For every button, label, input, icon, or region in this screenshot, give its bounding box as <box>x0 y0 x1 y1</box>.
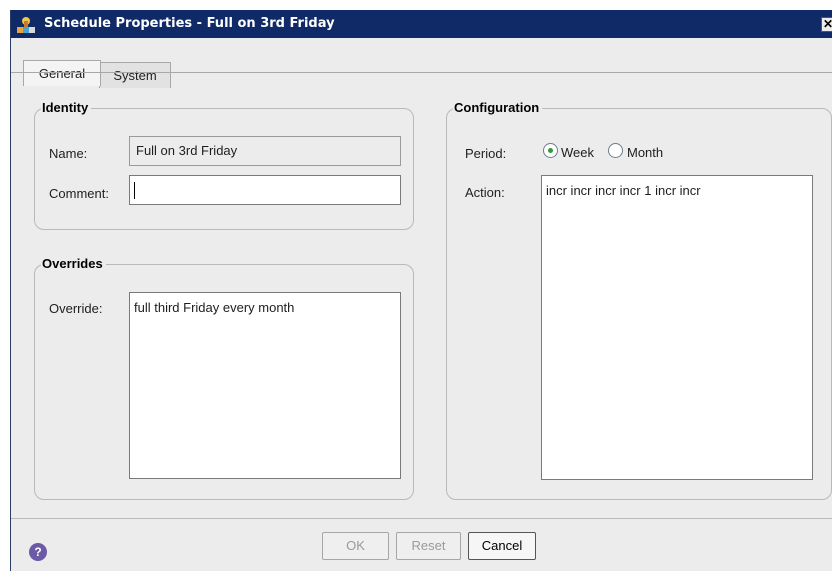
action-textarea[interactable]: incr incr incr incr 1 incr incr <box>541 175 813 480</box>
tab-system-label: System <box>113 68 157 83</box>
overrides-group-title: Overrides <box>41 256 106 271</box>
footer-divider <box>11 518 832 519</box>
tab-divider <box>11 72 832 73</box>
text-cursor <box>134 182 135 199</box>
schedule-properties-dialog: Schedule Properties - Full on 3rd Friday… <box>10 10 832 571</box>
ok-button[interactable]: OK <box>322 532 389 560</box>
override-textarea[interactable]: full third Friday every month <box>129 292 401 479</box>
configuration-group-title: Configuration <box>453 100 543 115</box>
tab-general-label: General <box>38 66 86 81</box>
name-field: Full on 3rd Friday <box>129 136 401 166</box>
action-label: Action: <box>465 185 505 200</box>
period-month-label[interactable]: Month <box>627 145 663 160</box>
tab-strip: System General <box>11 38 832 88</box>
window-title: Schedule Properties - Full on 3rd Friday <box>44 16 335 31</box>
help-icon[interactable]: ? <box>29 543 47 561</box>
cancel-button[interactable]: Cancel <box>468 532 536 560</box>
name-label: Name: <box>49 146 88 161</box>
period-week-radio[interactable] <box>543 143 558 158</box>
title-bar[interactable]: Schedule Properties - Full on 3rd Friday… <box>11 10 832 38</box>
override-label: Override: <box>49 301 103 316</box>
period-label: Period: <box>465 146 507 161</box>
overrides-group: Overrides Override: full third Friday ev… <box>34 256 414 500</box>
tab-general[interactable]: General <box>23 60 101 86</box>
radio-selected-dot <box>548 148 553 153</box>
schedule-app-icon <box>17 17 35 33</box>
close-icon: ✕ <box>823 17 832 31</box>
period-week-label[interactable]: Week <box>561 145 594 160</box>
period-month-radio[interactable] <box>608 143 623 158</box>
identity-group-title: Identity <box>41 100 92 115</box>
comment-label: Comment: <box>49 186 109 201</box>
tab-system[interactable]: System <box>99 62 171 88</box>
reset-button[interactable]: Reset <box>396 532 461 560</box>
identity-group: Identity Name: Full on 3rd Friday Commen… <box>34 100 414 230</box>
close-button[interactable]: ✕ <box>821 17 832 32</box>
configuration-group: Configuration Period: Week Month Action:… <box>446 100 832 500</box>
comment-field[interactable] <box>129 175 401 205</box>
